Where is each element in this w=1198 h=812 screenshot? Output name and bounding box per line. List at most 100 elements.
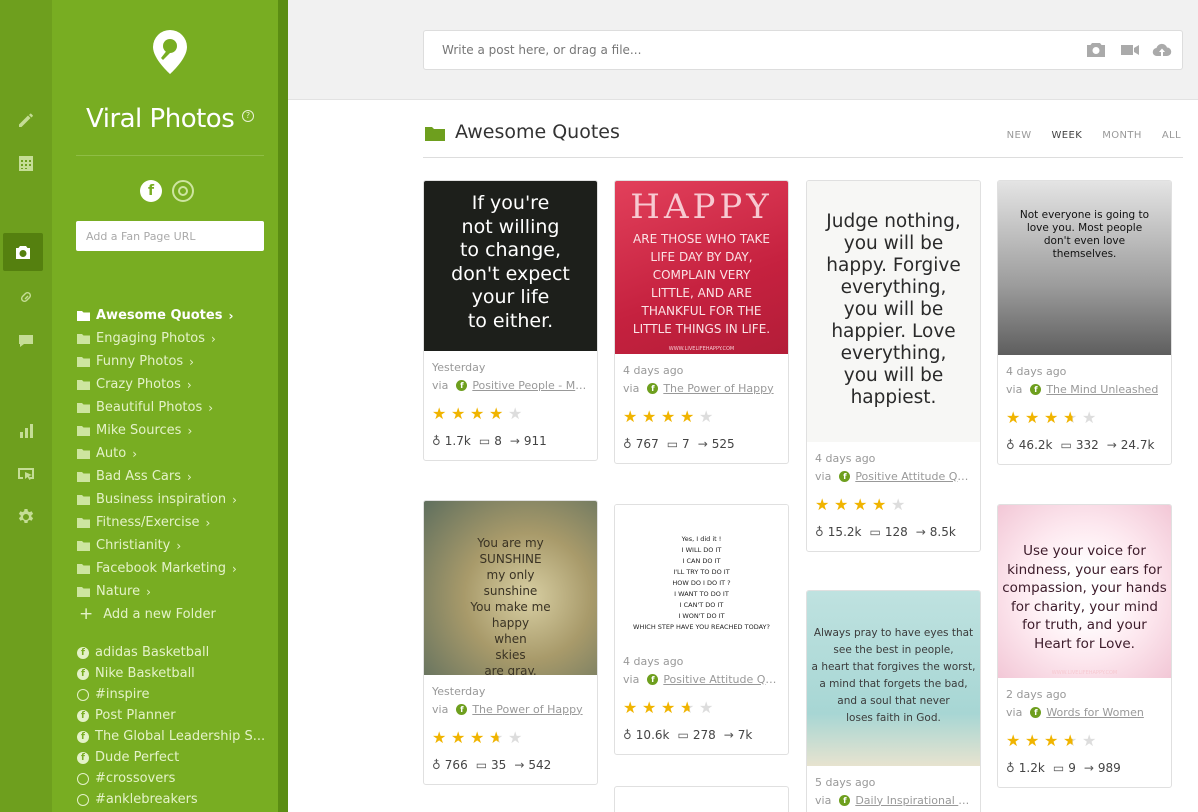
star-icon[interactable]: ★ <box>432 728 451 748</box>
star-icon[interactable]: ★ <box>1025 408 1044 428</box>
source-link[interactable]: The Power of Happy <box>663 382 773 395</box>
star-icon[interactable]: ★ <box>1044 408 1063 428</box>
source-link[interactable]: Positive Attitude Quo... <box>855 470 972 483</box>
pointer-icon[interactable] <box>11 460 41 490</box>
video-icon[interactable] <box>1120 42 1140 58</box>
star-icon[interactable]: ★ <box>1082 731 1101 751</box>
post-image[interactable]: If you're not willing to change, don't expe… <box>424 181 597 351</box>
star-icon[interactable]: ★ <box>834 495 853 515</box>
post-image[interactable]: Judge nothing, you will be happy. Forgive e… <box>807 181 980 442</box>
gear-icon[interactable] <box>11 502 41 532</box>
star-icon[interactable]: ★ <box>642 698 661 718</box>
rating-stars[interactable]: ★ ★ ★ ★ ★ <box>432 728 589 748</box>
star-icon[interactable]: ★ <box>680 698 699 718</box>
star-icon[interactable]: ★ <box>661 698 680 718</box>
star-icon[interactable]: ★ <box>1006 408 1025 428</box>
pencil-icon[interactable] <box>11 104 41 134</box>
star-icon[interactable]: ★ <box>680 407 699 427</box>
sidebar-page-item[interactable]: f Nike Basketball <box>77 663 282 684</box>
star-icon[interactable]: ★ <box>489 728 508 748</box>
add-folder-button[interactable]: + Add a new Folder <box>77 603 282 626</box>
post-card[interactable] <box>614 786 789 812</box>
source-link[interactable]: The Mind Unleashed <box>1046 383 1158 396</box>
source-link[interactable]: Daily Inspirational Qu... <box>855 794 972 807</box>
star-icon[interactable]: ★ <box>508 728 527 748</box>
cloud-upload-icon[interactable] <box>1152 42 1172 58</box>
sidebar-folder-item[interactable]: Business inspiration › <box>77 488 282 511</box>
camera-icon[interactable] <box>3 233 43 271</box>
post-card[interactable]: Judge nothing, you will be happy. Forgive e… <box>806 180 981 552</box>
rating-stars[interactable]: ★ ★ ★ ★ ★ <box>432 404 589 424</box>
sidebar-folder-item[interactable]: Facebook Marketing › <box>77 557 282 580</box>
sidebar-folder-item[interactable]: Funny Photos › <box>77 350 282 373</box>
star-icon[interactable]: ★ <box>699 698 718 718</box>
post-composer-input[interactable] <box>423 30 1183 70</box>
star-icon[interactable]: ★ <box>1082 408 1101 428</box>
post-card[interactable]: HAPPY ARE THOSE WHO TAKE LIFE DAY BY DAY, C… <box>614 180 789 464</box>
sidebar-page-item[interactable]: f Dude Perfect <box>77 747 282 768</box>
rating-stars[interactable]: ★ ★ ★ ★ ★ <box>623 698 780 718</box>
star-icon[interactable]: ★ <box>661 407 680 427</box>
calendar-icon[interactable] <box>11 148 41 178</box>
sidebar-page-item[interactable]: #anklebreakers <box>77 789 282 810</box>
post-card[interactable]: Use your voice for kindness, your ears fo… <box>997 504 1172 788</box>
post-card[interactable]: Not everyone is going to love you. Most p… <box>997 180 1172 465</box>
sidebar-folder-item[interactable]: Bad Ass Cars › <box>77 465 282 488</box>
sidebar-folder-item[interactable]: Crazy Photos › <box>77 373 282 396</box>
rating-stars[interactable]: ★ ★ ★ ★ ★ <box>623 407 780 427</box>
rating-stars[interactable]: ★ ★ ★ ★ ★ <box>815 495 972 515</box>
filter-tab[interactable]: ALL <box>1162 130 1181 141</box>
star-icon[interactable]: ★ <box>815 495 834 515</box>
sidebar-folder-item[interactable]: Fitness/Exercise › <box>77 511 282 534</box>
filter-tab[interactable]: MONTH <box>1102 130 1142 141</box>
rating-stars[interactable]: ★ ★ ★ ★ ★ <box>1006 731 1163 751</box>
post-image[interactable]: Yes, I did it ! I WILL DO IT I CAN DO IT I'… <box>615 505 788 645</box>
post-image[interactable]: Always pray to have eyes that see the bes… <box>807 591 980 766</box>
filter-tab[interactable]: WEEK <box>1052 130 1083 141</box>
sidebar-folder-item[interactable]: Auto › <box>77 442 282 465</box>
sidebar-folder-item[interactable]: Christianity › <box>77 534 282 557</box>
filter-tab[interactable]: NEW <box>1007 130 1032 141</box>
sidebar-page-item[interactable]: f Post Planner <box>77 705 282 726</box>
post-card[interactable]: Always pray to have eyes that see the bes… <box>806 590 981 812</box>
help-icon[interactable]: ? <box>242 110 254 122</box>
sidebar-folder-item[interactable]: Awesome Quotes › <box>77 304 282 327</box>
star-icon[interactable]: ★ <box>489 404 508 424</box>
star-icon[interactable]: ★ <box>891 495 910 515</box>
facebook-icon[interactable]: f <box>140 180 162 202</box>
star-icon[interactable]: ★ <box>451 404 470 424</box>
post-image[interactable]: HAPPY ARE THOSE WHO TAKE LIFE DAY BY DAY, C… <box>615 181 788 354</box>
camera-icon[interactable] <box>1086 42 1106 58</box>
star-icon[interactable]: ★ <box>623 407 642 427</box>
link-icon[interactable] <box>11 282 41 312</box>
sidebar-page-item[interactable]: f The Global Leadership S... <box>77 726 282 747</box>
sidebar-page-item[interactable]: f adidas Basketball <box>77 642 282 663</box>
sidebar-page-item[interactable]: #inspire <box>77 684 282 705</box>
star-icon[interactable]: ★ <box>853 495 872 515</box>
sidebar-folder-item[interactable]: Nature › <box>77 580 282 603</box>
post-image[interactable]: Not everyone is going to love you. Most p… <box>998 181 1171 355</box>
star-icon[interactable]: ★ <box>1063 408 1082 428</box>
post-image[interactable]: Use your voice for kindness, your ears fo… <box>998 505 1171 678</box>
star-icon[interactable]: ★ <box>1006 731 1025 751</box>
star-icon[interactable]: ★ <box>451 728 470 748</box>
fan-page-url-input[interactable] <box>76 221 264 251</box>
star-icon[interactable]: ★ <box>432 404 451 424</box>
instagram-icon[interactable] <box>172 180 194 202</box>
sidebar-folder-item[interactable]: Mike Sources › <box>77 419 282 442</box>
star-icon[interactable]: ★ <box>642 407 661 427</box>
star-icon[interactable]: ★ <box>470 728 489 748</box>
star-icon[interactable]: ★ <box>1044 731 1063 751</box>
post-card[interactable]: If you're not willing to change, don't expe… <box>423 180 598 461</box>
star-icon[interactable]: ★ <box>1063 731 1082 751</box>
sidebar-folder-item[interactable]: Beautiful Photos › <box>77 396 282 419</box>
star-icon[interactable]: ★ <box>699 407 718 427</box>
source-link[interactable]: Positive Attitude Quo... <box>663 673 780 686</box>
source-link[interactable]: Positive People - Ma... <box>472 379 589 392</box>
star-icon[interactable]: ★ <box>508 404 527 424</box>
source-link[interactable]: The Power of Happy <box>472 703 582 716</box>
post-image[interactable]: You are my SUNSHINE my only sunshine You mak… <box>424 501 597 675</box>
bar-chart-icon[interactable] <box>11 416 41 446</box>
star-icon[interactable]: ★ <box>470 404 489 424</box>
sidebar-folder-item[interactable]: Engaging Photos › <box>77 327 282 350</box>
